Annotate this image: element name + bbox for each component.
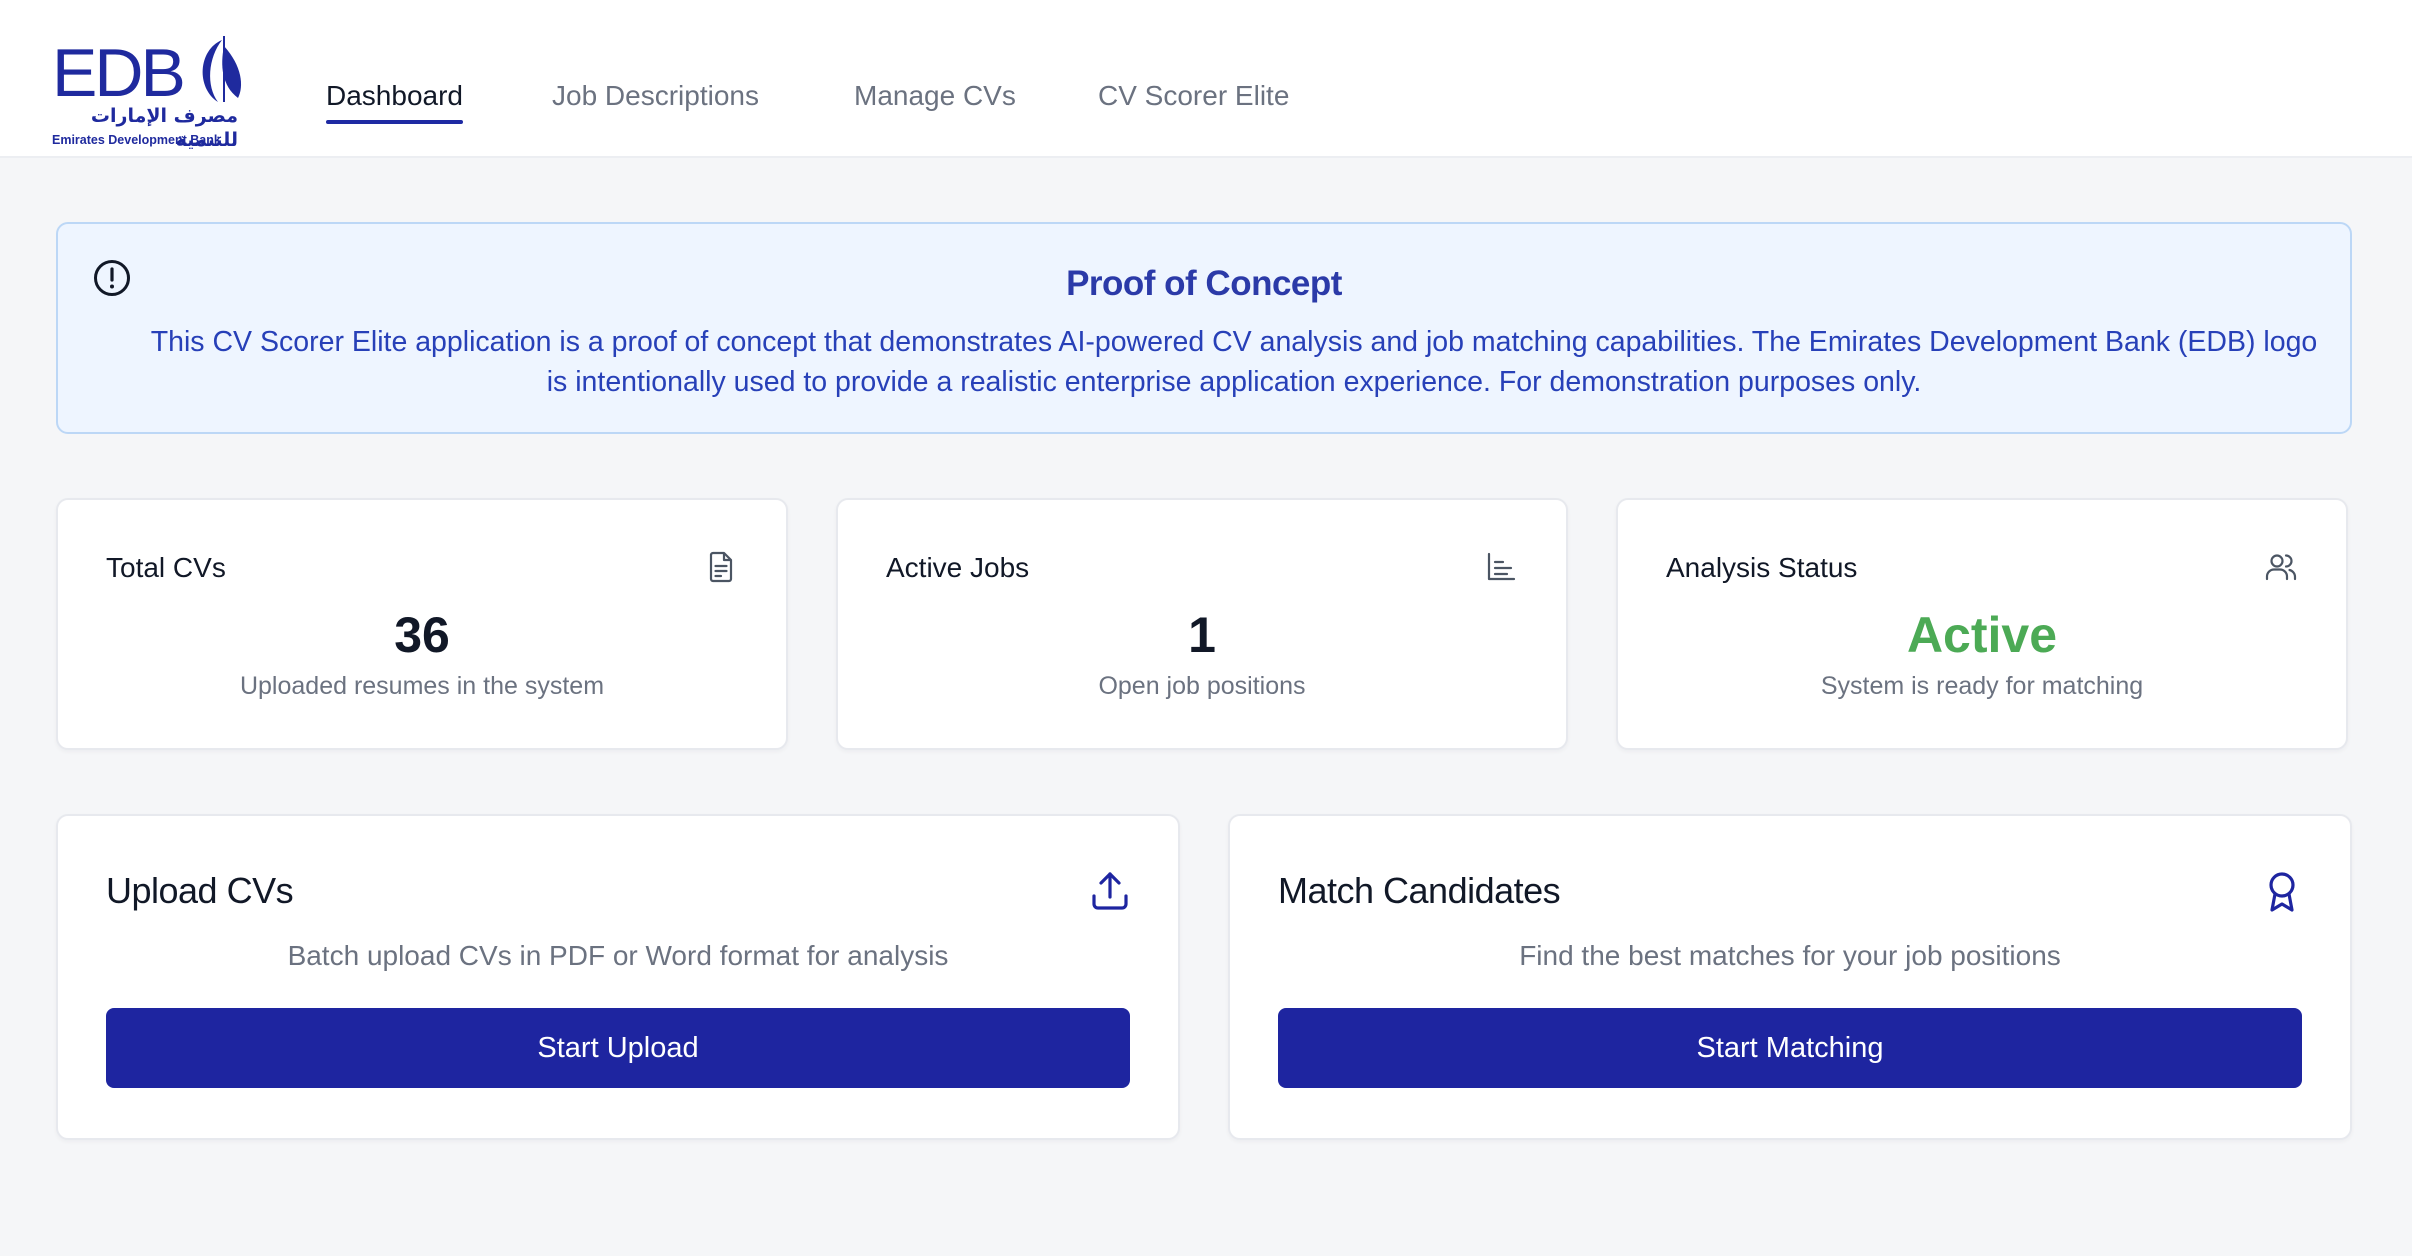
nav-tab-cv-scorer-elite[interactable]: CV Scorer Elite	[1098, 74, 1289, 124]
notice-body: This CV Scorer Elite application is a pr…	[150, 326, 2318, 398]
stat-card-total-cvs: Total CVs 36 Uploaded resumes in the sys…	[56, 498, 788, 750]
stat-description: Open job positions	[1098, 672, 1306, 700]
top-navigation-bar: EDB مصرف الإمارات للتنمية Emirates Devel…	[0, 0, 2412, 158]
stat-description: System is ready for matching	[1820, 672, 2144, 700]
stat-value: 1	[1188, 607, 1216, 663]
file-text-icon	[709, 551, 733, 583]
stat-value: 36	[394, 607, 450, 663]
stat-title: Active Jobs	[886, 552, 1030, 583]
start-matching-button[interactable]: Start Matching	[1278, 1008, 2302, 1088]
nav-tab-dashboard[interactable]: Dashboard	[326, 74, 463, 124]
notice-title: Proof of Concept	[1066, 264, 1342, 303]
card-title: Match Candidates	[1278, 870, 1561, 911]
stat-title: Analysis Status	[1666, 552, 1858, 583]
proof-of-concept-notice: Proof of Concept This CV Scorer Elite ap…	[56, 222, 2352, 434]
logo-english-text: Emirates Development Bank	[52, 133, 221, 147]
award-icon	[2269, 872, 2295, 912]
upload-icon	[1092, 872, 1128, 910]
logo-letters: EDB	[52, 35, 186, 111]
logo-mark: EDB	[52, 35, 252, 111]
stat-card-active-jobs: Active Jobs 1 Open job positions	[836, 498, 1568, 750]
edb-logo[interactable]: EDB مصرف الإمارات للتنمية Emirates Devel…	[52, 36, 252, 154]
card-description: Find the best matches for your job posit…	[1519, 940, 2061, 971]
stat-card-analysis-status: Analysis Status Active System is ready f…	[1616, 498, 2348, 750]
nav-tab-job-descriptions[interactable]: Job Descriptions	[552, 74, 759, 124]
stat-title: Total CVs	[106, 552, 226, 583]
bar-chart-icon	[1487, 552, 1516, 581]
logo-sail-icon	[202, 36, 242, 102]
start-upload-button[interactable]: Start Upload	[106, 1008, 1130, 1088]
stat-value-status: Active	[1906, 607, 2058, 663]
users-icon	[2265, 554, 2297, 581]
card-description: Batch upload CVs in PDF or Word format f…	[287, 940, 949, 971]
nav-tab-manage-cvs[interactable]: Manage CVs	[854, 74, 1016, 124]
match-candidates-card: Match Candidates Find the best matches f…	[1228, 814, 2352, 1140]
card-title: Upload CVs	[106, 870, 294, 911]
upload-cvs-card: Upload CVs Batch upload CVs in PDF or Wo…	[56, 814, 1180, 1140]
stat-description: Uploaded resumes in the system	[239, 672, 605, 700]
